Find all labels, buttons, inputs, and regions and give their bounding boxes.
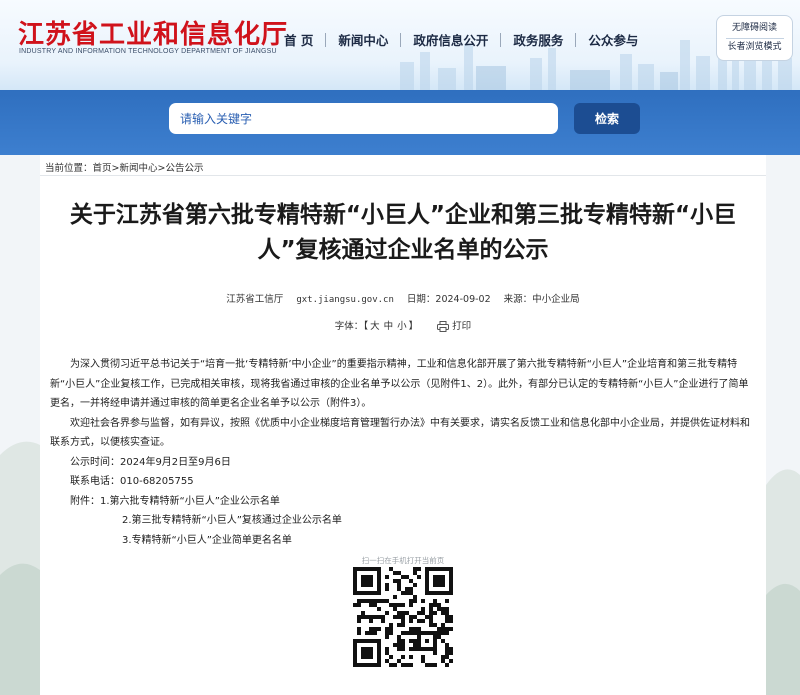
nav-gov-services[interactable]: 政务服务 [501,30,575,49]
font-size-small-button[interactable]: 小 [397,321,407,332]
search-button[interactable]: 检索 [574,103,640,134]
accessibility-panel: 无障碍阅读 长者浏览模式 [716,15,793,61]
nav-public-participation[interactable]: 公众参与 [576,30,650,49]
font-size-bracket-close: 】 [408,321,419,332]
article-tools: 字体：【大中小】 打印 [40,318,766,332]
article-title: 关于江苏省第六批专精特新“小巨人”企业和第三批专精特新“小巨人”复核通过企业名单… [69,202,737,263]
attachments-first-row: 附件：1.第六批专精特新“小巨人”企业公示名单 [50,492,756,512]
attachment-link[interactable]: 2.第三批专精特新“小巨人”复核通过企业公示名单 [50,511,756,531]
font-size-large-button[interactable]: 大 [370,321,380,332]
accessibility-divider [725,37,784,39]
site-logo-title[interactable]: 江苏省工业和信息化厅 [18,14,288,51]
breadcrumb-separator: > [111,163,120,174]
breadcrumb-news-center[interactable]: 新闻中心 [120,163,158,174]
barrier-free-reading-button[interactable]: 无障碍阅读 [732,22,777,35]
article-paragraph: 为深入贯彻习近平总书记关于“培育一批‘专精特新’中小企业”的重要指示精神，工业和… [50,359,749,409]
publicity-period: 公示时间：2024年9月2日至9月6日 [70,456,231,468]
article-source: 江苏省工信厅 [226,294,284,305]
site-logo-subtitle: INDUSTRY AND INFORMATION TECHNOLOGY DEPA… [19,48,277,55]
article-meta: 江苏省工信厅 gxt.jiangsu.gov.cn 日期：2024-09-02 … [40,291,766,305]
article-origin: 来源：中小企业局 [503,294,580,305]
breadcrumb: 当前位置：首页>新闻中心>公告公示 [45,160,204,174]
breadcrumb-announcements[interactable]: 公告公示 [165,163,203,174]
article-site: gxt.jiangsu.gov.cn [296,295,394,305]
contact-phone: 联系电话：010-68205755 [70,476,194,487]
qr-caption: 扫一扫在手机打开当前页 [361,556,445,565]
elder-mode-button[interactable]: 长者浏览模式 [727,41,781,54]
site-header: 江苏省工业和信息化厅 INDUSTRY AND INFORMATION TECH… [0,0,800,90]
breadcrumb-divider [40,175,766,176]
breadcrumb-prefix: 当前位置： [45,163,93,174]
print-button[interactable]: 打印 [452,321,471,332]
search-band: 检索 [0,90,800,155]
breadcrumb-home[interactable]: 首页 [93,163,112,174]
nav-news-center[interactable]: 新闻中心 [326,30,400,49]
article-date: 日期：2024-09-02 [406,294,491,305]
nav-gov-info-disclosure[interactable]: 政府信息公开 [401,30,500,49]
attachment-link[interactable]: 3.专精特新“小巨人”企业简单更名名单 [50,531,756,551]
search-input[interactable] [169,103,558,134]
font-size-label: 字体： [334,321,364,332]
article-body: 为深入贯彻习近平总书记关于“培育一批‘专精特新’中小企业”的重要指示精神，工业和… [50,355,756,550]
printer-icon[interactable] [437,321,450,332]
attachment-link[interactable]: 1.第六批专精特新“小巨人”企业公示名单 [100,496,280,507]
attachments-label: 附件： [70,495,100,507]
qr-code-icon [353,567,453,667]
main-nav: 首 页 新闻中心 政府信息公开 政务服务 公众参与 [272,30,650,49]
article-panel: 当前位置：首页>新闻中心>公告公示 关于江苏省第六批专精特新“小巨人”企业和第三… [40,155,766,695]
nav-home[interactable]: 首 页 [272,30,325,49]
article-paragraph: 欢迎社会各界参与监督，如有异议，按照《优质中小企业梯度培育管理暂行办法》中有关要… [50,417,750,449]
font-size-medium-button[interactable]: 中 [384,321,394,332]
font-size-bracket-open: 【 [363,321,369,332]
